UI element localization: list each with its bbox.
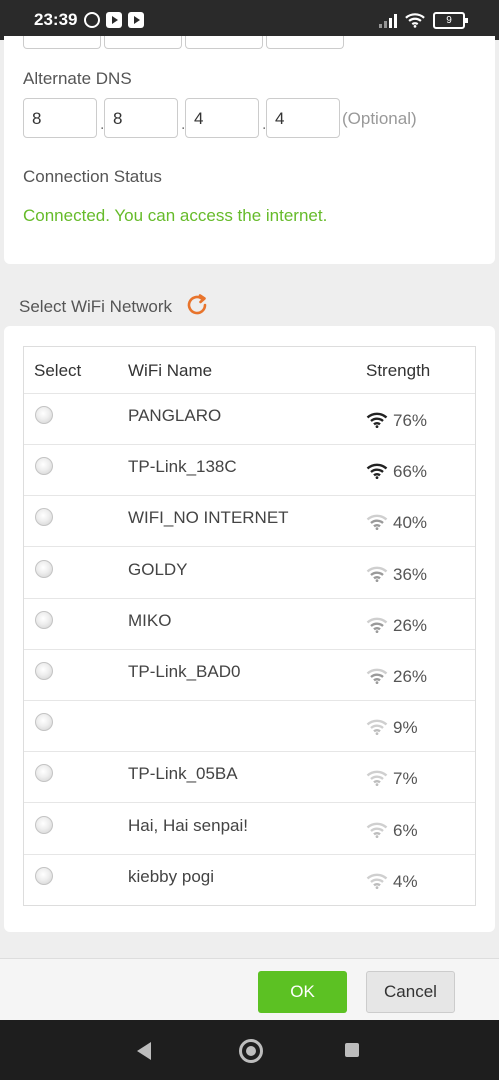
status-bar: 23:39 9: [0, 0, 499, 40]
wifi-strength: 7%: [393, 769, 418, 789]
refresh-icon[interactable]: [185, 293, 209, 317]
cell-signal-icon: [379, 13, 397, 28]
home-icon[interactable]: [239, 1039, 263, 1063]
wifi-signal-icon: [366, 873, 388, 889]
primary-dns-box-2[interactable]: [104, 36, 182, 49]
wifi-row[interactable]: TP-Link_BAD0 26%: [24, 649, 475, 701]
wifi-name: WIFI_NO INTERNET: [128, 508, 289, 528]
alternate-dns-octet-2[interactable]: 8: [104, 98, 178, 138]
connection-status-text: Connected. You can access the internet.: [23, 206, 328, 225]
select-radio[interactable]: [35, 662, 53, 680]
wifi-strength: 76%: [393, 411, 428, 430]
wifi-name: MIKO: [128, 610, 172, 630]
wifi-name: GOLDY: [128, 559, 188, 579]
alternate-dns-label: Alternate DNS: [23, 69, 132, 88]
wifi-strength: 26%: [393, 667, 428, 686]
cancel-button[interactable]: Cancel: [366, 971, 455, 1013]
wifi-signal-icon: [366, 719, 388, 736]
wifi-signal-icon: [366, 822, 388, 838]
primary-dns-box-4[interactable]: [266, 36, 344, 49]
select-radio[interactable]: [35, 713, 53, 732]
wifi-name: PANGLARO: [128, 406, 222, 425]
select-radio[interactable]: [35, 559, 53, 578]
select-radio[interactable]: [35, 764, 53, 783]
select-radio[interactable]: [35, 610, 53, 629]
select-radio[interactable]: [35, 866, 53, 885]
header-select: Select: [34, 361, 82, 380]
alarm-icon: [84, 12, 100, 28]
wifi-row[interactable]: GOLDY 36%: [24, 547, 475, 599]
table-header: Select WiFi Name Strength: [24, 347, 475, 394]
select-radio[interactable]: [35, 457, 53, 476]
wifi-signal-icon: [366, 515, 388, 531]
settings-card: Alternate DNS 8 . 8 . 4 . 4 (Optional) C…: [4, 36, 495, 264]
alternate-dns-octet-4[interactable]: 4: [266, 98, 340, 138]
system-icons: 9: [379, 12, 468, 29]
wifi-strength: 40%: [393, 513, 428, 533]
dialog-footer: OK Cancel: [0, 958, 499, 1021]
optional-hint: (Optional): [342, 109, 417, 128]
wifi-name: kiebby pogi: [128, 866, 215, 886]
alternate-dns-octet-3[interactable]: 4: [185, 98, 259, 138]
wifi-row[interactable]: MIKO 26%: [24, 598, 475, 650]
wifi-row[interactable]: kiebby pogi 4%: [24, 854, 475, 905]
navigation-bar: [0, 1020, 499, 1080]
header-strength: Strength: [366, 361, 431, 380]
header-wifi-name: WiFi Name: [128, 361, 213, 380]
wifi-card: Select WiFi Name Strength PANGLARO 76% TP-…: [4, 326, 495, 932]
wifi-row[interactable]: PANGLARO 76%: [24, 393, 475, 445]
wifi-signal-icon: [366, 668, 388, 684]
select-radio[interactable]: [35, 406, 53, 424]
primary-dns-box-3[interactable]: [185, 36, 263, 49]
wifi-signal-icon: [366, 566, 388, 582]
select-radio[interactable]: [35, 508, 53, 527]
wifi-row[interactable]: WIFI_NO INTERNET 40%: [24, 495, 475, 548]
wifi-row[interactable]: TP-Link_138C 66%: [24, 444, 475, 497]
status-time: 23:39: [34, 10, 78, 29]
wifi-name: TP-Link_05BA: [128, 764, 238, 784]
battery-icon: 9: [433, 12, 468, 29]
wifi-status-icon: [405, 13, 425, 28]
wifi-strength: 4%: [393, 871, 418, 891]
youtube-icon-2: [128, 12, 144, 28]
wifi-table: Select WiFi Name Strength PANGLARO 76% TP-…: [23, 346, 476, 906]
wifi-strength: 36%: [393, 564, 428, 584]
wifi-strength: 66%: [393, 462, 428, 482]
select-wifi-title: Select WiFi Network: [19, 297, 173, 316]
notification-icons: [84, 12, 144, 28]
connection-status-label: Connection Status: [23, 167, 162, 186]
wifi-signal-icon: [366, 463, 388, 480]
wifi-strength: 26%: [393, 615, 428, 635]
youtube-icon: [106, 12, 122, 28]
wifi-row[interactable]: 9%: [24, 700, 475, 753]
wifi-strength: 9%: [393, 718, 418, 738]
wifi-row[interactable]: TP-Link_05BA 7%: [24, 751, 475, 804]
wifi-signal-icon: [366, 617, 388, 633]
alternate-dns-octet-1[interactable]: 8: [23, 98, 97, 138]
wifi-signal-icon: [366, 412, 388, 428]
back-icon[interactable]: [137, 1042, 151, 1060]
select-radio[interactable]: [35, 815, 53, 834]
primary-dns-box-1[interactable]: [23, 36, 101, 49]
wifi-signal-icon: [366, 771, 388, 787]
wifi-strength: 6%: [393, 820, 418, 840]
wifi-row[interactable]: Hai, Hai senpai! 6%: [24, 803, 475, 855]
wifi-name: Hai, Hai senpai!: [128, 815, 249, 835]
wifi-name: TP-Link_138C: [128, 457, 237, 477]
ok-button[interactable]: OK: [258, 971, 347, 1013]
recents-icon[interactable]: [345, 1043, 359, 1057]
wifi-name: TP-Link_BAD0: [128, 662, 241, 681]
